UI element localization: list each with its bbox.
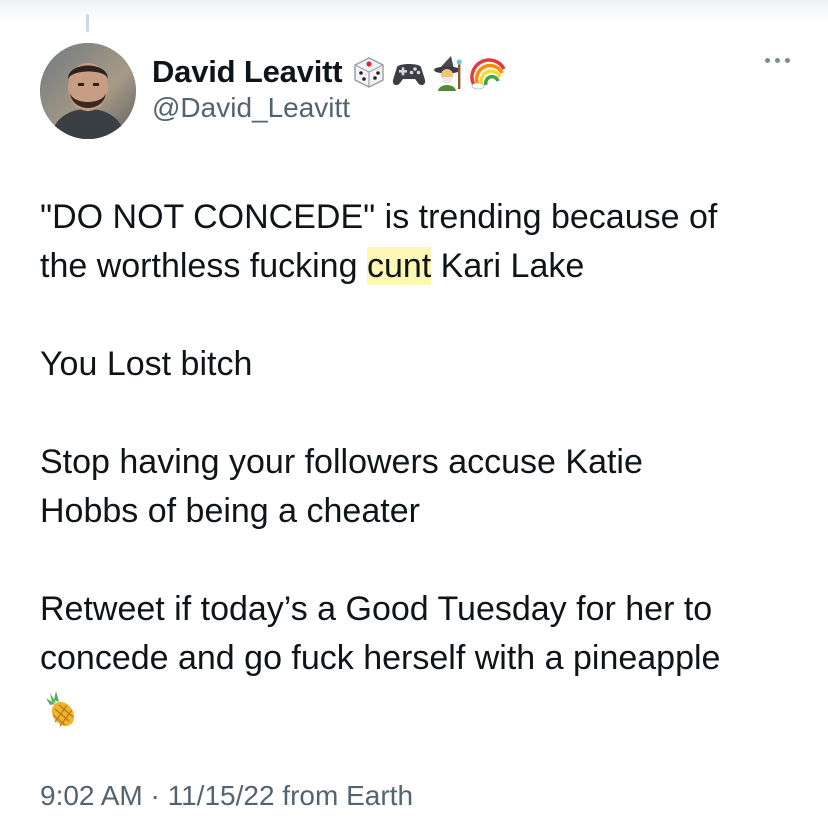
tweet-paragraph-3: Stop having your followers accuse Katie …: [40, 438, 800, 536]
tweet-line: concede and go fuck herself with a pinea…: [40, 639, 721, 677]
author-display-name[interactable]: David Leavitt: [152, 54, 343, 90]
tweet-paragraph-4: Retweet if today’s a Good Tuesday for he…: [40, 585, 800, 732]
thread-line: [86, 14, 89, 32]
more-options-button[interactable]: [765, 58, 790, 63]
tweet-line: Kari Lake: [431, 247, 585, 285]
more-dot-icon: [785, 58, 790, 63]
tweet-text: "DO NOT CONCEDE" is trending because of …: [40, 193, 800, 732]
author-handle[interactable]: @David_Leavitt: [152, 92, 350, 124]
tweet-line: Retweet if today’s a Good Tuesday for he…: [40, 590, 713, 628]
mage-emoji: [434, 56, 463, 91]
dice-emoji: [354, 57, 385, 88]
more-dot-icon: [765, 58, 770, 63]
tweet-paragraph-1: "DO NOT CONCEDE" is trending because of …: [40, 193, 800, 291]
avatar[interactable]: [40, 43, 136, 139]
tweet-line: Stop having your followers accuse Katie: [40, 443, 643, 481]
top-strip: [0, 0, 828, 22]
tweet-paragraph-2: You Lost bitch: [40, 340, 800, 389]
highlighted-word: cunt: [366, 247, 432, 285]
tweet-timestamp[interactable]: 9:02 AM · 11/15/22 from Earth: [40, 780, 413, 812]
more-dot-icon: [775, 58, 780, 63]
tweet-line: "DO NOT CONCEDE" is trending because of: [40, 198, 718, 236]
pineapple-emoji: [46, 691, 75, 727]
author-name-row: David Leavitt: [152, 50, 508, 94]
tweet-line: Hobbs of being a cheater: [40, 492, 420, 530]
game-controller-emoji: [393, 64, 426, 86]
rainbow-emoji: [470, 58, 506, 90]
tweet-line: You Lost bitch: [40, 345, 253, 383]
tweet-line: the worthless fucking: [40, 247, 367, 285]
